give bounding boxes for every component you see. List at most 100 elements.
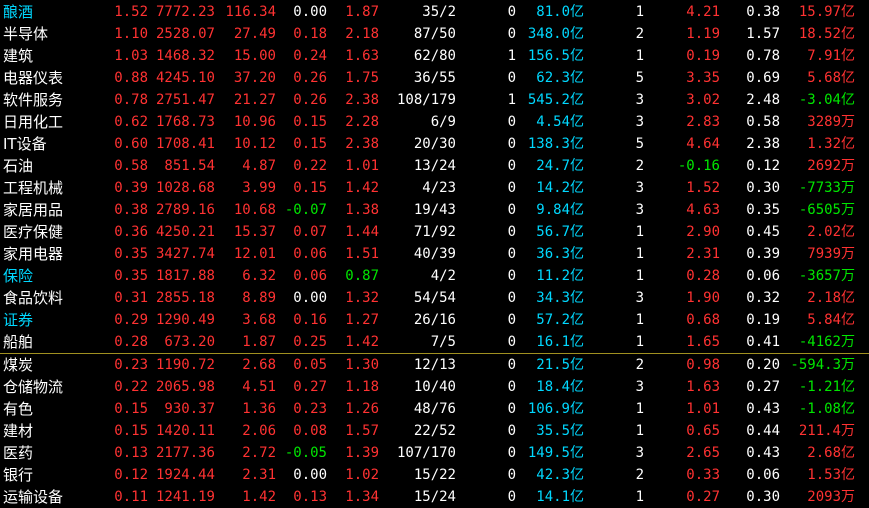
- net-inflow-value: -6505: [798, 202, 841, 218]
- turnover-amount: 35.5亿: [520, 420, 584, 442]
- change-points: 12.01: [233, 246, 276, 262]
- leading-count: 1: [635, 48, 644, 64]
- net-inflow-unit: 亿: [841, 379, 855, 395]
- net-inflow-value: 1.32: [807, 136, 841, 152]
- turnover-amount: 36.3亿: [520, 243, 584, 265]
- leading-count: 3: [635, 92, 644, 108]
- net-inflow-unit: 亿: [841, 26, 855, 42]
- net-inflow-unit: 万: [841, 423, 855, 439]
- sector-row[interactable]: 银行 0.12 1924.44 2.31 0.00 1.02 15/22 0 42.3亿 2 0.3…: [0, 464, 869, 486]
- net-inflow-unit: 亿: [841, 48, 855, 64]
- index-price: 4245.10: [155, 70, 215, 86]
- rise-fall-count: 15/24: [413, 489, 456, 505]
- sector-row[interactable]: 家用电器 0.35 3427.74 12.01 0.06 1.51 40/39 0 36.3亿 1…: [0, 243, 869, 265]
- rise-fall-count: 108/179: [396, 92, 456, 108]
- turnover-amount: 81.0亿: [520, 1, 584, 23]
- sector-row[interactable]: 家居用品 0.38 2789.16 10.68 -0.07 1.38 19/43 0 9.84亿…: [0, 199, 869, 221]
- net-inflow: 2.02亿: [786, 221, 855, 243]
- volume-ratio: 2.18: [345, 26, 379, 42]
- index-price: 2751.47: [155, 92, 215, 108]
- sector-row[interactable]: 酿酒 1.52 7772.23 116.34 0.00 1.87 35/2 0 81.0亿 1 4.…: [0, 1, 869, 23]
- sector-row[interactable]: 有色 0.15 930.37 1.36 0.23 1.26 48/76 0 106.9亿 1 1.0…: [0, 398, 869, 420]
- net-inflow: 5.68亿: [786, 67, 855, 89]
- rise-fall-count: 7/5: [430, 334, 456, 350]
- leading-count: 5: [635, 136, 644, 152]
- turnover-rate: 0.30: [746, 180, 780, 196]
- sector-row[interactable]: 煤炭 0.23 1190.72 2.68 0.05 1.30 12/13 0 21.5亿 2 0.9…: [0, 354, 869, 376]
- limit-count: 1: [507, 92, 516, 108]
- net-inflow: 2.18亿: [786, 287, 855, 309]
- turnover-unit: 亿: [570, 357, 584, 373]
- sector-row[interactable]: 软件服务 0.78 2751.47 21.27 0.26 2.38 108/179 1 545.…: [0, 89, 869, 111]
- turnover-amount: 14.1亿: [520, 486, 584, 508]
- sector-row[interactable]: IT设备 0.60 1708.41 10.12 0.15 2.38 20/30 0 138.3亿…: [0, 133, 869, 155]
- turnover-rate: 0.06: [746, 467, 780, 483]
- leading-count: 3: [635, 379, 644, 395]
- turnover-amount: 24.7亿: [520, 155, 584, 177]
- speed: 0.07: [293, 224, 327, 240]
- net-inflow-unit: 万: [841, 114, 855, 130]
- net-inflow: -4162万: [786, 331, 855, 353]
- index-price: 1290.49: [155, 312, 215, 328]
- sector-row[interactable]: 运输设备 0.11 1241.19 1.42 0.13 1.34 15/24 0 14.1亿 1 0…: [0, 486, 869, 508]
- volume-ratio: 1.63: [345, 48, 379, 64]
- net-inflow-unit: 亿: [841, 401, 855, 417]
- sector-row[interactable]: 电器仪表 0.88 4245.10 37.20 0.26 1.75 36/55 0 62.3亿 5…: [0, 67, 869, 89]
- net-inflow-value: -1.21: [798, 379, 841, 395]
- sector-row[interactable]: 医疗保健 0.36 4250.21 15.37 0.07 1.44 71/92 0 56.7亿 1…: [0, 221, 869, 243]
- change-points: 15.00: [233, 48, 276, 64]
- turnover-unit: 亿: [570, 114, 584, 130]
- volume-ratio: 1.42: [345, 180, 379, 196]
- speed: 0.00: [293, 4, 327, 20]
- limit-count: 0: [507, 423, 516, 439]
- change-points: 2.06: [242, 423, 276, 439]
- change-points: 3.99: [242, 180, 276, 196]
- sector-row[interactable]: 证券 0.29 1290.49 3.68 0.16 1.27 26/16 0 57.2亿 1 0.6…: [0, 309, 869, 331]
- turnover-rate: 2.48: [746, 92, 780, 108]
- turnover-unit: 亿: [570, 268, 584, 284]
- net-inflow-value: -3.04: [798, 92, 841, 108]
- leading-count: 1: [635, 334, 644, 350]
- net-inflow: 211.4万: [786, 420, 855, 442]
- leading-count: 3: [635, 114, 644, 130]
- leading-count: 3: [635, 202, 644, 218]
- change-pct: 0.36: [114, 224, 148, 240]
- sector-name: 家用电器: [3, 245, 64, 263]
- rise-fall-count: 71/92: [413, 224, 456, 240]
- speed: -0.07: [284, 202, 327, 218]
- sector-name: 食品饮料: [3, 289, 64, 307]
- limit-count: 1: [507, 48, 516, 64]
- turnover-rate: 0.12: [746, 158, 780, 174]
- net-inflow-unit: 万: [841, 489, 855, 505]
- turnover-rate: 0.78: [746, 48, 780, 64]
- sector-row[interactable]: 仓储物流 0.22 2065.98 4.51 0.27 1.18 10/40 0 18.4亿 3 1…: [0, 376, 869, 398]
- limit-count: 0: [507, 312, 516, 328]
- rise-fall-count: 13/24: [413, 158, 456, 174]
- three-day-change: 1.19: [686, 26, 720, 42]
- volume-ratio: 1.75: [345, 70, 379, 86]
- sector-row[interactable]: 保险 0.35 1817.88 6.32 0.06 0.87 4/2 0 11.2亿 1 0.28 0…: [0, 265, 869, 287]
- sector-row[interactable]: 建材 0.15 1420.11 2.06 0.08 1.57 22/52 0 35.5亿 1 0.6…: [0, 420, 869, 442]
- change-pct: 0.31: [114, 290, 148, 306]
- sector-row[interactable]: 建筑 1.03 1468.32 15.00 0.24 1.63 62/80 1 156.5亿 1 0…: [0, 45, 869, 67]
- net-inflow-unit: 亿: [841, 445, 855, 461]
- rise-fall-count: 54/54: [413, 290, 456, 306]
- turnover-unit: 亿: [570, 158, 584, 174]
- sector-row[interactable]: 半导体 1.10 2528.07 27.49 0.18 2.18 87/50 0 348.0亿 2…: [0, 23, 869, 45]
- sector-row[interactable]: 日用化工 0.62 1768.73 10.96 0.15 2.28 6/9 0 4.54亿 3 2.…: [0, 111, 869, 133]
- rise-fall-count: 48/76: [413, 401, 456, 417]
- sector-name: 酿酒: [3, 3, 34, 21]
- sector-row[interactable]: 医药 0.13 2177.36 2.72 -0.05 1.39 107/170 0 149.5亿…: [0, 442, 869, 464]
- sector-row[interactable]: 工程机械 0.39 1028.68 3.99 0.15 1.42 4/23 0 14.2亿 3 1.…: [0, 177, 869, 199]
- net-inflow-unit: 万: [841, 268, 855, 284]
- turnover-unit: 亿: [570, 379, 584, 395]
- turnover-value: 545.2: [527, 92, 570, 108]
- speed: 0.13: [293, 489, 327, 505]
- limit-count: 0: [507, 70, 516, 86]
- sector-row[interactable]: 食品饮料 0.31 2855.18 8.89 0.00 1.32 54/54 0 34.3亿 3 1…: [0, 287, 869, 309]
- sector-row[interactable]: 石油 0.58 851.54 4.87 0.22 1.01 13/24 0 24.7亿 2 -0.1…: [0, 155, 869, 177]
- rise-fall-count: 35/2: [422, 4, 456, 20]
- sector-row[interactable]: 船舶 0.28 673.20 1.87 0.25 1.42 7/5 0 16.1亿 1 1.65 0.…: [0, 331, 869, 353]
- speed: 0.15: [293, 180, 327, 196]
- turnover-value: 348.0: [527, 26, 570, 42]
